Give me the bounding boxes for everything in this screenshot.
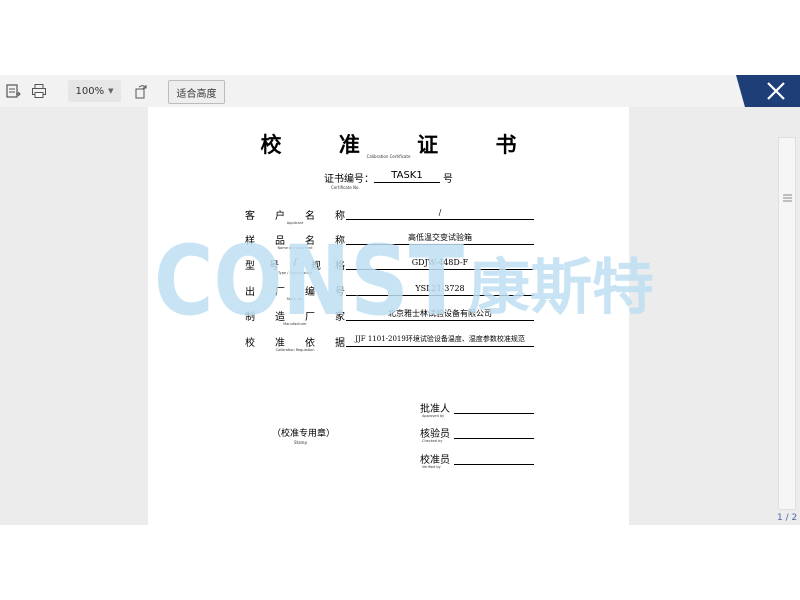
signature-line bbox=[454, 464, 534, 465]
certificate-title-en: Calibration Certificate bbox=[366, 154, 411, 159]
document-outline-icon[interactable] bbox=[4, 80, 22, 102]
stamp-label-en: Stamp bbox=[294, 440, 307, 445]
certificate-number-value: TASK1 bbox=[374, 170, 440, 183]
field-value: / bbox=[346, 207, 534, 220]
signature-line bbox=[454, 413, 534, 414]
chevron-down-icon: ▼ bbox=[108, 87, 114, 95]
toolbar: 100% ▼ 适合高度 bbox=[0, 75, 800, 107]
field-label: 校准依据 bbox=[245, 338, 345, 349]
field-label-en: Manufacturer bbox=[283, 322, 307, 326]
field-row-calibration-regulation: 校准依据 Calibration Regulation JJF 1101-201… bbox=[148, 334, 629, 356]
zoom-value: 100% bbox=[75, 85, 105, 97]
signature-label: 批准人 bbox=[420, 404, 450, 415]
watermark-text: CONST bbox=[154, 238, 464, 320]
watermark-cn-text: 康斯特 bbox=[468, 253, 654, 320]
certificate-number-label-en: Certificate No. bbox=[331, 185, 360, 190]
close-icon bbox=[767, 82, 785, 100]
signature-label-en: Checked by bbox=[422, 439, 443, 443]
field-label-en: Calibration Regulation bbox=[275, 348, 315, 352]
zoom-select[interactable]: 100% ▼ bbox=[68, 80, 121, 102]
certificate-number-suffix: 号 bbox=[443, 174, 453, 185]
signature-label-en: Verified by bbox=[422, 465, 441, 469]
signature-label-en: Approved by bbox=[422, 414, 445, 418]
close-button[interactable] bbox=[736, 75, 800, 107]
fit-height-button[interactable]: 适合高度 bbox=[168, 80, 225, 104]
scrollbar[interactable] bbox=[778, 137, 796, 510]
certificate-number-label: 证书编号： bbox=[324, 174, 374, 185]
rotate-icon[interactable] bbox=[132, 80, 150, 102]
signature-line bbox=[454, 438, 534, 439]
signature-label: 核验员 bbox=[420, 429, 450, 440]
page-indicator: 1 / 2 bbox=[777, 513, 798, 523]
signature-checked: 核验员 Checked by bbox=[420, 425, 540, 449]
field-label-en: Applicant bbox=[286, 221, 304, 225]
signature-label: 校准员 bbox=[420, 455, 450, 466]
field-label: 客户名称 bbox=[245, 211, 345, 222]
print-icon[interactable] bbox=[30, 80, 48, 102]
field-value: JJF 1101-2019环境试验设备温度、湿度参数校准规范 bbox=[346, 334, 534, 347]
field-row-applicant: 客户名称 Applicant / bbox=[148, 207, 629, 229]
scroll-grip-icon[interactable] bbox=[783, 193, 792, 203]
watermark-logo: CONST 康斯特 bbox=[154, 238, 654, 320]
stamp-label: （校准专用章） bbox=[272, 429, 336, 439]
signature-approved: 批准人 Approved by bbox=[420, 400, 540, 424]
signature-verified: 校准员 Verified by bbox=[420, 451, 540, 475]
